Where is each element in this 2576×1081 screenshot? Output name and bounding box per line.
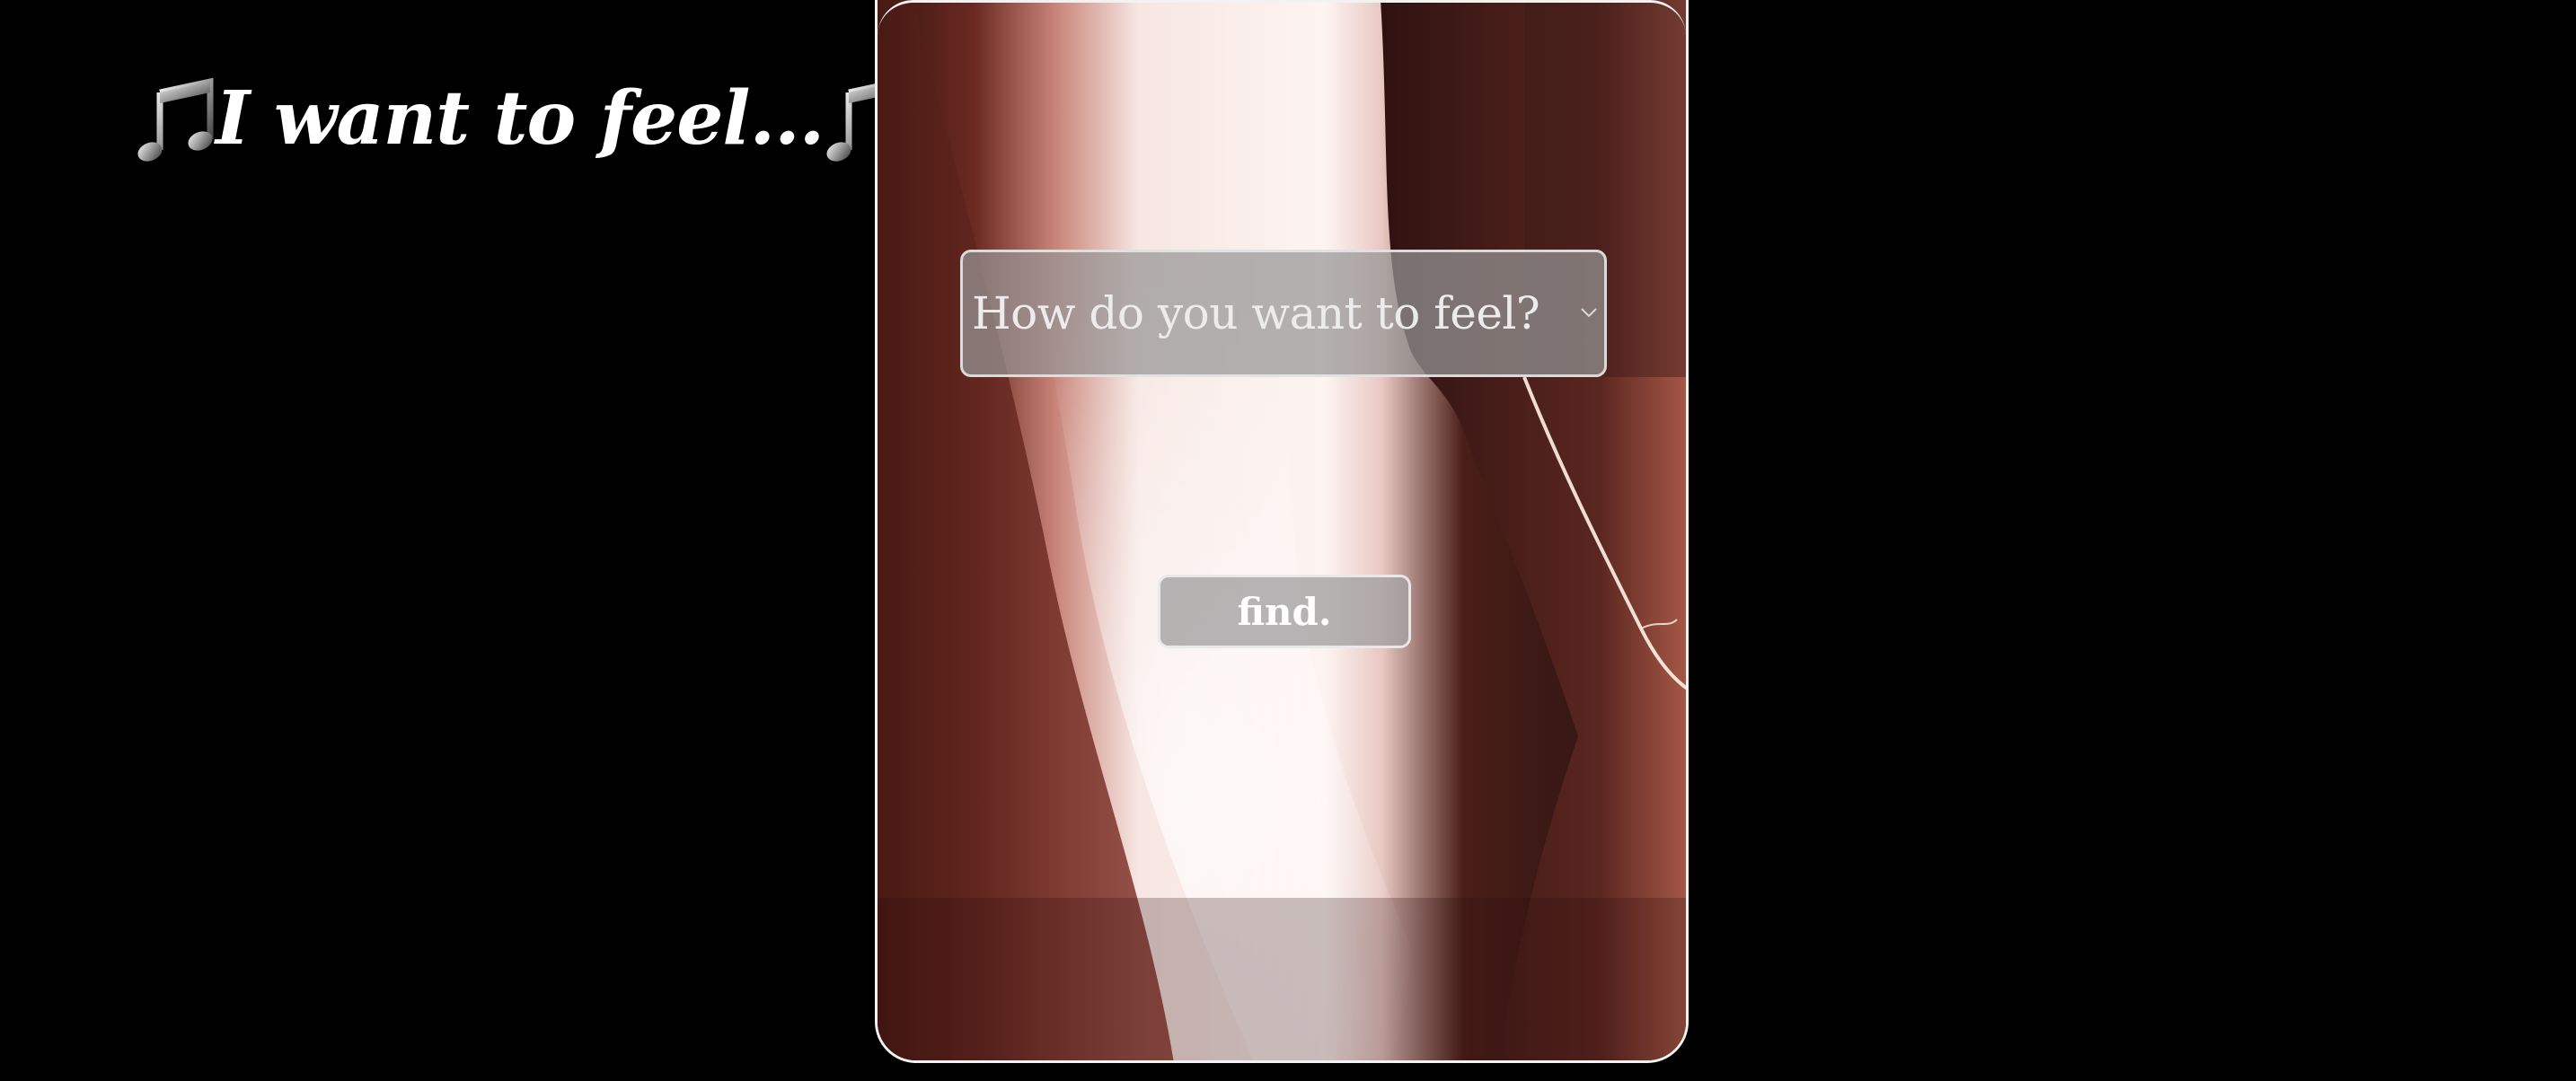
feel-select[interactable]: How do you want to feel? bbox=[960, 250, 1607, 377]
page-title: I want to feel... bbox=[135, 56, 904, 181]
page-title-text: I want to feel... bbox=[216, 75, 825, 162]
feel-card: How do you want to feel? find. bbox=[875, 0, 1689, 1063]
find-button[interactable]: find. bbox=[1158, 575, 1411, 648]
music-notes-icon bbox=[135, 76, 216, 166]
background-photo bbox=[878, 0, 1686, 1060]
chevron-down-icon bbox=[1581, 308, 1597, 318]
feel-select-placeholder: How do you want to feel? bbox=[972, 287, 1540, 339]
